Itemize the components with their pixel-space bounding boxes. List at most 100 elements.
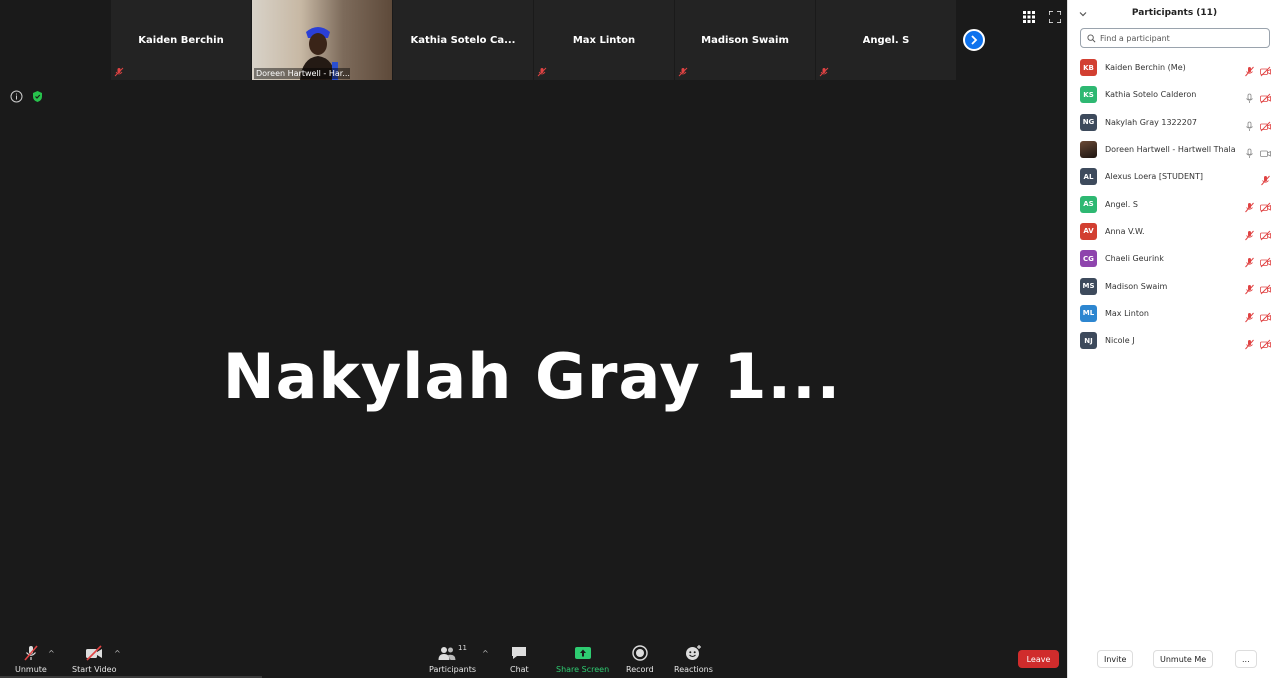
unmute-button[interactable]: Unmute — [15, 644, 47, 674]
participant-status-icons — [1244, 62, 1271, 77]
reactions-button[interactable]: Reactions — [674, 644, 713, 674]
fullscreen-button[interactable] — [1048, 8, 1062, 24]
participant-name: Kathia Sotelo Calderon — [1105, 90, 1197, 100]
participants-panel: Participants (11) KBKaiden Berchin (Me)K… — [1067, 0, 1280, 678]
leave-button[interactable]: Leave — [1018, 650, 1059, 668]
participant-row[interactable]: NG Nakylah Gray 1322207 — [1068, 109, 1280, 136]
share-screen-label: Share Screen — [556, 665, 610, 674]
thumbnail-name: Kathia Sotelo Ca... — [410, 34, 516, 46]
thumbnail-name: Kaiden Berchin — [138, 34, 224, 46]
participant-name: Kaiden Berchin (Me) — [1105, 63, 1186, 73]
video-off-icon — [1260, 89, 1271, 104]
record-button[interactable]: Record — [626, 644, 654, 674]
participants-button[interactable]: 11 Participants — [429, 644, 476, 674]
meeting-info-icons — [10, 88, 44, 103]
participant-row[interactable]: AS Angel. S — [1068, 190, 1280, 217]
video-off-icon — [1260, 253, 1271, 268]
info-icon — [10, 90, 23, 103]
participant-status-icons — [1244, 253, 1271, 268]
mic-icon — [1244, 89, 1255, 104]
participant-row[interactable]: AV Anna V.W. — [1068, 218, 1280, 245]
participant-row[interactable]: CG Chaeli Geurink — [1068, 245, 1280, 272]
thumbnail-tile-video[interactable]: Doreen Hartwell - Har... — [252, 0, 392, 80]
participant-name: Chaeli Geurink — [1105, 254, 1164, 264]
participant-row[interactable]: MS Madison Swaim — [1068, 272, 1280, 299]
reactions-icon — [686, 645, 702, 660]
avatar: MS — [1080, 277, 1097, 295]
unmute-me-button[interactable]: Unmute Me — [1153, 650, 1214, 668]
search-input[interactable] — [1100, 33, 1260, 43]
participant-row[interactable]: KS Kathia Sotelo Calderon — [1068, 81, 1280, 108]
thumbnail-tile[interactable]: Kaiden Berchin — [111, 0, 251, 80]
thumbnail-tile[interactable]: Kathia Sotelo Ca... — [393, 0, 533, 80]
gallery-view-button[interactable] — [1023, 8, 1035, 23]
participant-row[interactable]: NJ Nicole J — [1068, 327, 1280, 354]
start-video-button[interactable]: Start Video — [72, 644, 117, 674]
participant-status-icons — [1244, 117, 1271, 131]
participant-row[interactable]: AL Alexus Loera [STUDENT] — [1068, 163, 1280, 190]
muted-mic-icon — [1244, 198, 1255, 213]
avatar: AS — [1080, 195, 1097, 213]
avatar: ML — [1080, 304, 1097, 322]
avatar: AL — [1080, 168, 1097, 186]
muted-mic-icon — [1244, 335, 1255, 350]
muted-mic-icon — [1244, 253, 1255, 268]
encryption-button[interactable] — [31, 88, 44, 102]
muted-mic-icon — [1244, 280, 1255, 295]
shield-check-icon — [33, 91, 42, 102]
share-screen-button[interactable]: Share Screen — [556, 644, 609, 674]
video-off-icon — [1260, 226, 1271, 241]
mic-icon — [1244, 117, 1255, 131]
muted-mic-icon — [1244, 308, 1255, 323]
participant-list: KB Kaiden Berchin (Me) KS Kathia Sotelo Cal… — [1068, 54, 1280, 354]
participant-search[interactable] — [1080, 28, 1270, 48]
participants-options-caret[interactable]: ^ — [482, 649, 489, 658]
record-label: Record — [626, 665, 654, 674]
video-off-icon — [86, 645, 103, 661]
meeting-toolbar: Unmute ^ Start Video ^ 11 Participants ^… — [0, 640, 1067, 678]
muted-mic-icon — [819, 67, 829, 77]
video-options-caret[interactable]: ^ — [114, 649, 121, 658]
meeting-info-button[interactable] — [10, 88, 23, 103]
chat-icon — [512, 647, 527, 659]
audio-options-caret[interactable]: ^ — [48, 649, 55, 658]
participant-status-icons — [1244, 198, 1271, 213]
video-off-icon — [1260, 308, 1271, 322]
more-button[interactable]: ... — [1235, 650, 1257, 668]
participant-name: Doreen Hartwell - Hartwell Thala... — [1105, 145, 1235, 155]
avatar: KS — [1080, 86, 1097, 104]
chat-button[interactable]: Chat — [510, 644, 529, 674]
participant-row[interactable]: Doreen Hartwell - Hartwell Thala... — [1068, 136, 1280, 163]
participants-label: Participants — [429, 665, 476, 674]
avatar — [1080, 141, 1097, 159]
participant-status-icons — [1244, 280, 1271, 295]
muted-mic-icon — [537, 67, 547, 77]
grid-icon — [1023, 11, 1035, 23]
thumbnail-name: Max Linton — [572, 34, 636, 46]
thumbnail-tile[interactable]: Madison Swaim — [675, 0, 815, 80]
participant-row[interactable]: ML Max Linton — [1068, 300, 1280, 327]
video-off-icon — [1260, 335, 1271, 350]
muted-mic-icon — [1260, 171, 1271, 186]
thumbnail-tile[interactable]: Max Linton — [534, 0, 674, 80]
participant-name: Alexus Loera [STUDENT] — [1105, 172, 1204, 182]
participant-name: Anna V.W. — [1105, 226, 1145, 236]
participant-status-icons — [1260, 171, 1271, 186]
participant-row[interactable]: KB Kaiden Berchin (Me) — [1068, 54, 1280, 81]
view-controls — [1023, 8, 1062, 24]
panel-footer: Invite Unmute Me ... — [1068, 650, 1280, 670]
muted-mic-icon — [1244, 226, 1255, 241]
invite-button[interactable]: Invite — [1097, 650, 1134, 668]
thumbnail-tile[interactable]: Angel. S — [816, 0, 956, 80]
participant-name: Nicole J — [1105, 336, 1135, 346]
search-icon — [1087, 33, 1096, 42]
thumbnail-name: Angel. S — [862, 34, 910, 46]
participant-name: Madison Swaim — [1105, 281, 1168, 291]
chat-label: Chat — [510, 665, 529, 674]
participant-name: Max Linton — [1105, 308, 1149, 318]
thumbnail-name: Doreen Hartwell - Har... — [254, 68, 350, 79]
next-page-button[interactable] — [963, 29, 985, 51]
avatar: AV — [1080, 222, 1097, 240]
fullscreen-icon — [1048, 10, 1062, 24]
panel-header: Participants (11) — [1068, 0, 1280, 28]
